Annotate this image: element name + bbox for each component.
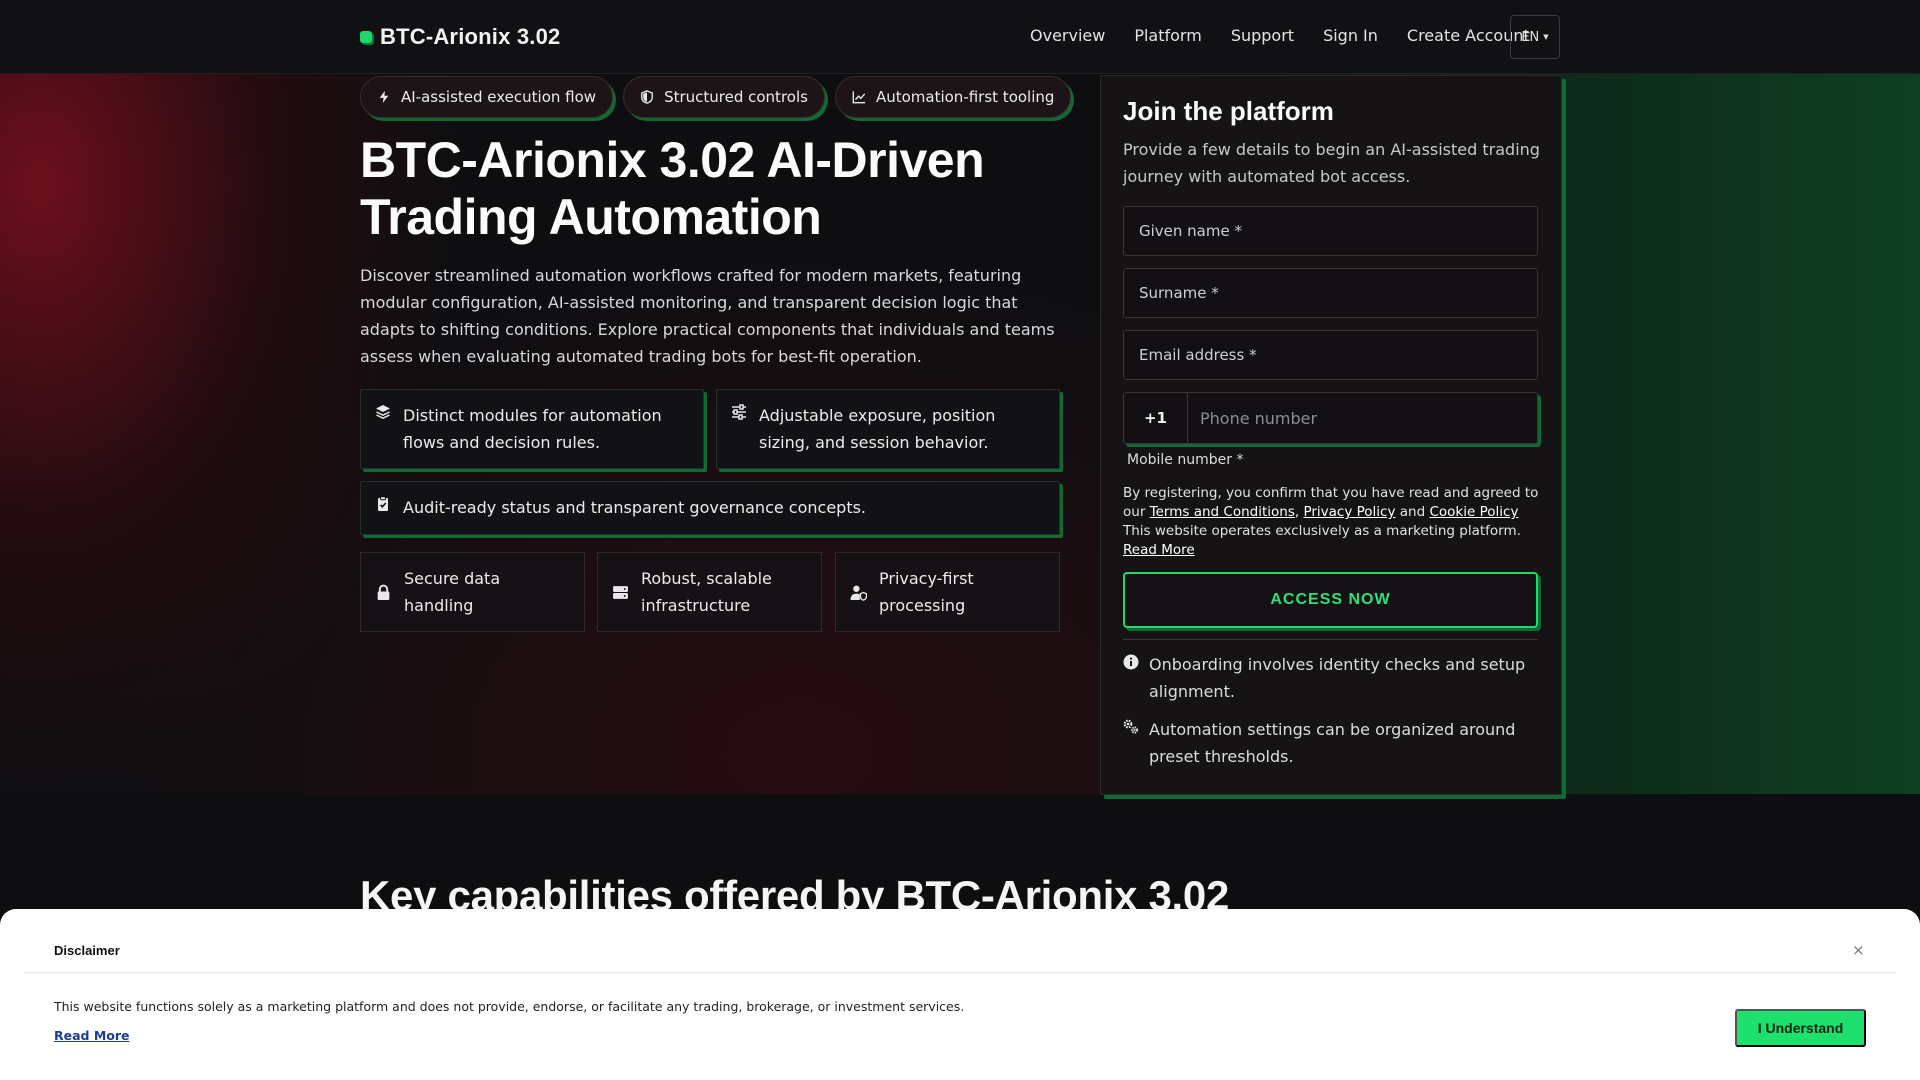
card-subtitle: Provide a few details to begin an AI-ass… [1123, 140, 1540, 186]
caret-down-icon: ▼ [1543, 33, 1549, 41]
read-more-link[interactable]: Read More [1123, 542, 1195, 558]
email-input[interactable] [1123, 330, 1538, 380]
lock-icon [377, 584, 390, 600]
mini-card-text: Privacy-first processing [879, 569, 974, 615]
clipboard-check-icon [378, 496, 388, 511]
mini-card-secure-data: Secure data handling [360, 552, 585, 632]
terms-link[interactable]: Terms and Conditions [1150, 504, 1295, 520]
main-nav: Overview Platform Support Sign In Create… [1030, 26, 1530, 45]
logo-text: BTC-Arionix 3.02 [380, 24, 561, 49]
logo[interactable]: BTC-Arionix 3.02 [360, 24, 560, 50]
nav-support[interactable]: Support [1231, 26, 1294, 45]
disclaimer-text: This website functions solely as a marke… [54, 999, 965, 1014]
gears-icon [1123, 719, 1139, 734]
close-icon[interactable]: × [1852, 941, 1865, 959]
hero-description: Discover streamlined automation workflow… [360, 266, 1055, 366]
logo-mark-icon [360, 31, 372, 43]
info-automation: Automation settings can be organized aro… [1123, 716, 1543, 770]
chart-line-icon [852, 91, 866, 104]
top-header: BTC-Arionix 3.02 Overview Platform Suppo… [0, 0, 1920, 74]
bolt-icon [379, 90, 389, 104]
nav-sign-in[interactable]: Sign In [1323, 26, 1378, 45]
server-icon [613, 585, 628, 599]
shield-icon [641, 90, 654, 104]
feature-text: Distinct modules for automation flows an… [403, 406, 662, 452]
tag-structured-controls: Structured controls [623, 76, 825, 118]
surname-input[interactable] [1123, 268, 1538, 318]
given-name-input[interactable] [1123, 206, 1538, 256]
phone-input[interactable] [1188, 393, 1537, 443]
feature-text: Adjustable exposure, position sizing, an… [759, 406, 996, 452]
info-text: Onboarding involves identity checks and … [1149, 655, 1526, 701]
info-icon [1123, 654, 1139, 670]
feature-card-modules: Distinct modules for automation flows an… [360, 389, 704, 469]
user-shield-icon [850, 585, 867, 601]
legal-text: By registering, you confirm that you hav… [1123, 485, 1539, 558]
mini-card-privacy: Privacy-first processing [835, 552, 1060, 632]
language-label: EN [1521, 29, 1540, 45]
info-onboarding: Onboarding involves identity checks and … [1123, 651, 1543, 705]
nav-platform[interactable]: Platform [1134, 26, 1201, 45]
signup-card: Join the platform Provide a few details … [1100, 75, 1562, 795]
feature-text: Audit-ready status and transparent gover… [403, 498, 867, 517]
mini-card-text: Robust, scalable infrastructure [641, 569, 772, 615]
tag-row: AI-assisted execution flow Structured co… [360, 76, 1072, 118]
cookie-link[interactable]: Cookie Policy [1429, 504, 1518, 520]
disclaimer-divider [24, 972, 1896, 973]
card-title: Join the platform [1123, 96, 1334, 126]
card-divider [1123, 639, 1538, 640]
tag-label: Automation-first tooling [875, 88, 1055, 106]
disclaimer-title: Disclaimer [54, 943, 120, 958]
phone-field: +1 [1123, 392, 1538, 444]
info-text: Automation settings can be organized aro… [1149, 720, 1516, 766]
feature-card-audit: Audit-ready status and transparent gover… [360, 481, 1060, 535]
mini-card-infrastructure: Robust, scalable infrastructure [597, 552, 822, 632]
phone-label: Mobile number * [1127, 452, 1244, 468]
layers-icon [376, 405, 390, 420]
feature-card-exposure: Adjustable exposure, position sizing, an… [716, 389, 1060, 469]
i-understand-button[interactable]: I Understand [1735, 1009, 1866, 1047]
language-selector[interactable]: EN ▼ [1510, 15, 1560, 59]
tag-automation-tooling: Automation-first tooling [834, 76, 1072, 118]
hero-title: BTC-Arionix 3.02 AI-Driven Trading Autom… [360, 132, 985, 245]
disclaimer-read-more-link[interactable]: Read More [54, 1028, 130, 1043]
disclaimer-banner: Disclaimer × This website functions sole… [0, 909, 1920, 1080]
legal-suffix: This website operates exclusively as a m… [1123, 523, 1521, 539]
sliders-icon [732, 404, 746, 420]
tag-ai-execution: AI-assisted execution flow [360, 76, 614, 118]
access-now-button[interactable]: ACCESS NOW [1123, 572, 1538, 628]
mini-card-text: Secure data handling [404, 569, 501, 615]
tag-label: AI-assisted execution flow [401, 88, 597, 106]
phone-country-code[interactable]: +1 [1124, 393, 1188, 443]
legal-and: and [1399, 504, 1426, 520]
tag-label: Structured controls [664, 88, 808, 106]
nav-overview[interactable]: Overview [1030, 26, 1105, 45]
privacy-link[interactable]: Privacy Policy [1303, 504, 1395, 520]
